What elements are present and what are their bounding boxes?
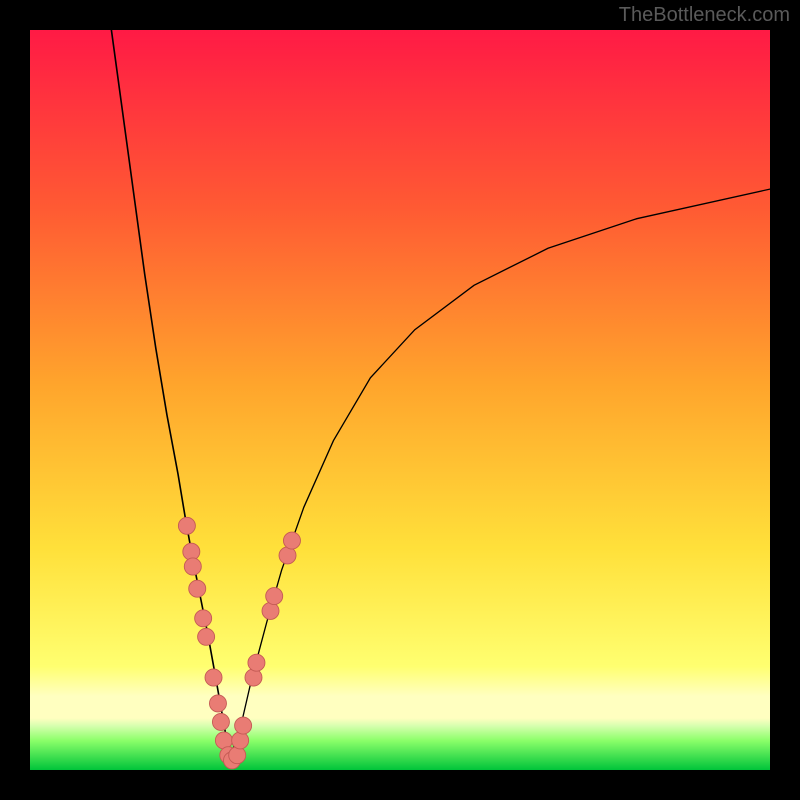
marker-point	[232, 732, 249, 749]
marker-point	[262, 602, 279, 619]
marker-point	[229, 747, 246, 764]
marker-point	[235, 717, 252, 734]
marker-point	[212, 713, 229, 730]
marker-point	[248, 654, 265, 671]
marker-point	[198, 628, 215, 645]
plot-area	[30, 30, 770, 770]
marker-point	[183, 543, 200, 560]
marker-point	[215, 732, 232, 749]
marker-point	[184, 558, 201, 575]
marker-point	[279, 547, 296, 564]
marker-point	[205, 669, 222, 686]
curve-overlay	[30, 30, 770, 770]
marker-point	[189, 580, 206, 597]
marker-point	[283, 532, 300, 549]
curve-right-branch	[230, 189, 770, 759]
marker-point	[266, 588, 283, 605]
watermark-text: TheBottleneck.com	[619, 4, 790, 27]
marker-point	[209, 695, 226, 712]
marker-point	[245, 669, 262, 686]
chart-container: TheBottleneck.com	[0, 0, 800, 800]
marker-point	[195, 610, 212, 627]
marker-group	[178, 517, 300, 769]
marker-point	[178, 517, 195, 534]
curve-left-branch	[111, 30, 229, 759]
